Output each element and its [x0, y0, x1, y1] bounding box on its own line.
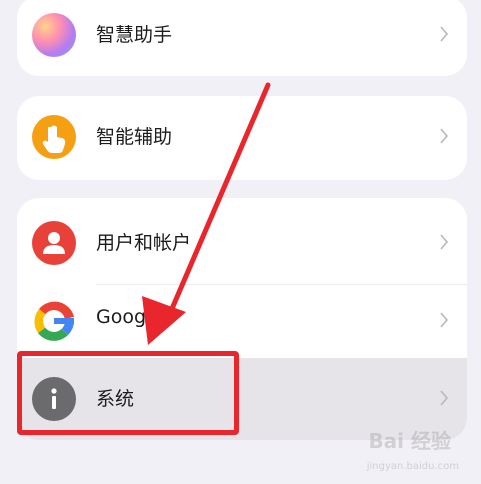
watermark-logo: Bai 经验	[368, 429, 451, 453]
watermark-url: jingyan.baidu.com	[366, 461, 459, 472]
annotation-highlight-box	[17, 351, 239, 435]
